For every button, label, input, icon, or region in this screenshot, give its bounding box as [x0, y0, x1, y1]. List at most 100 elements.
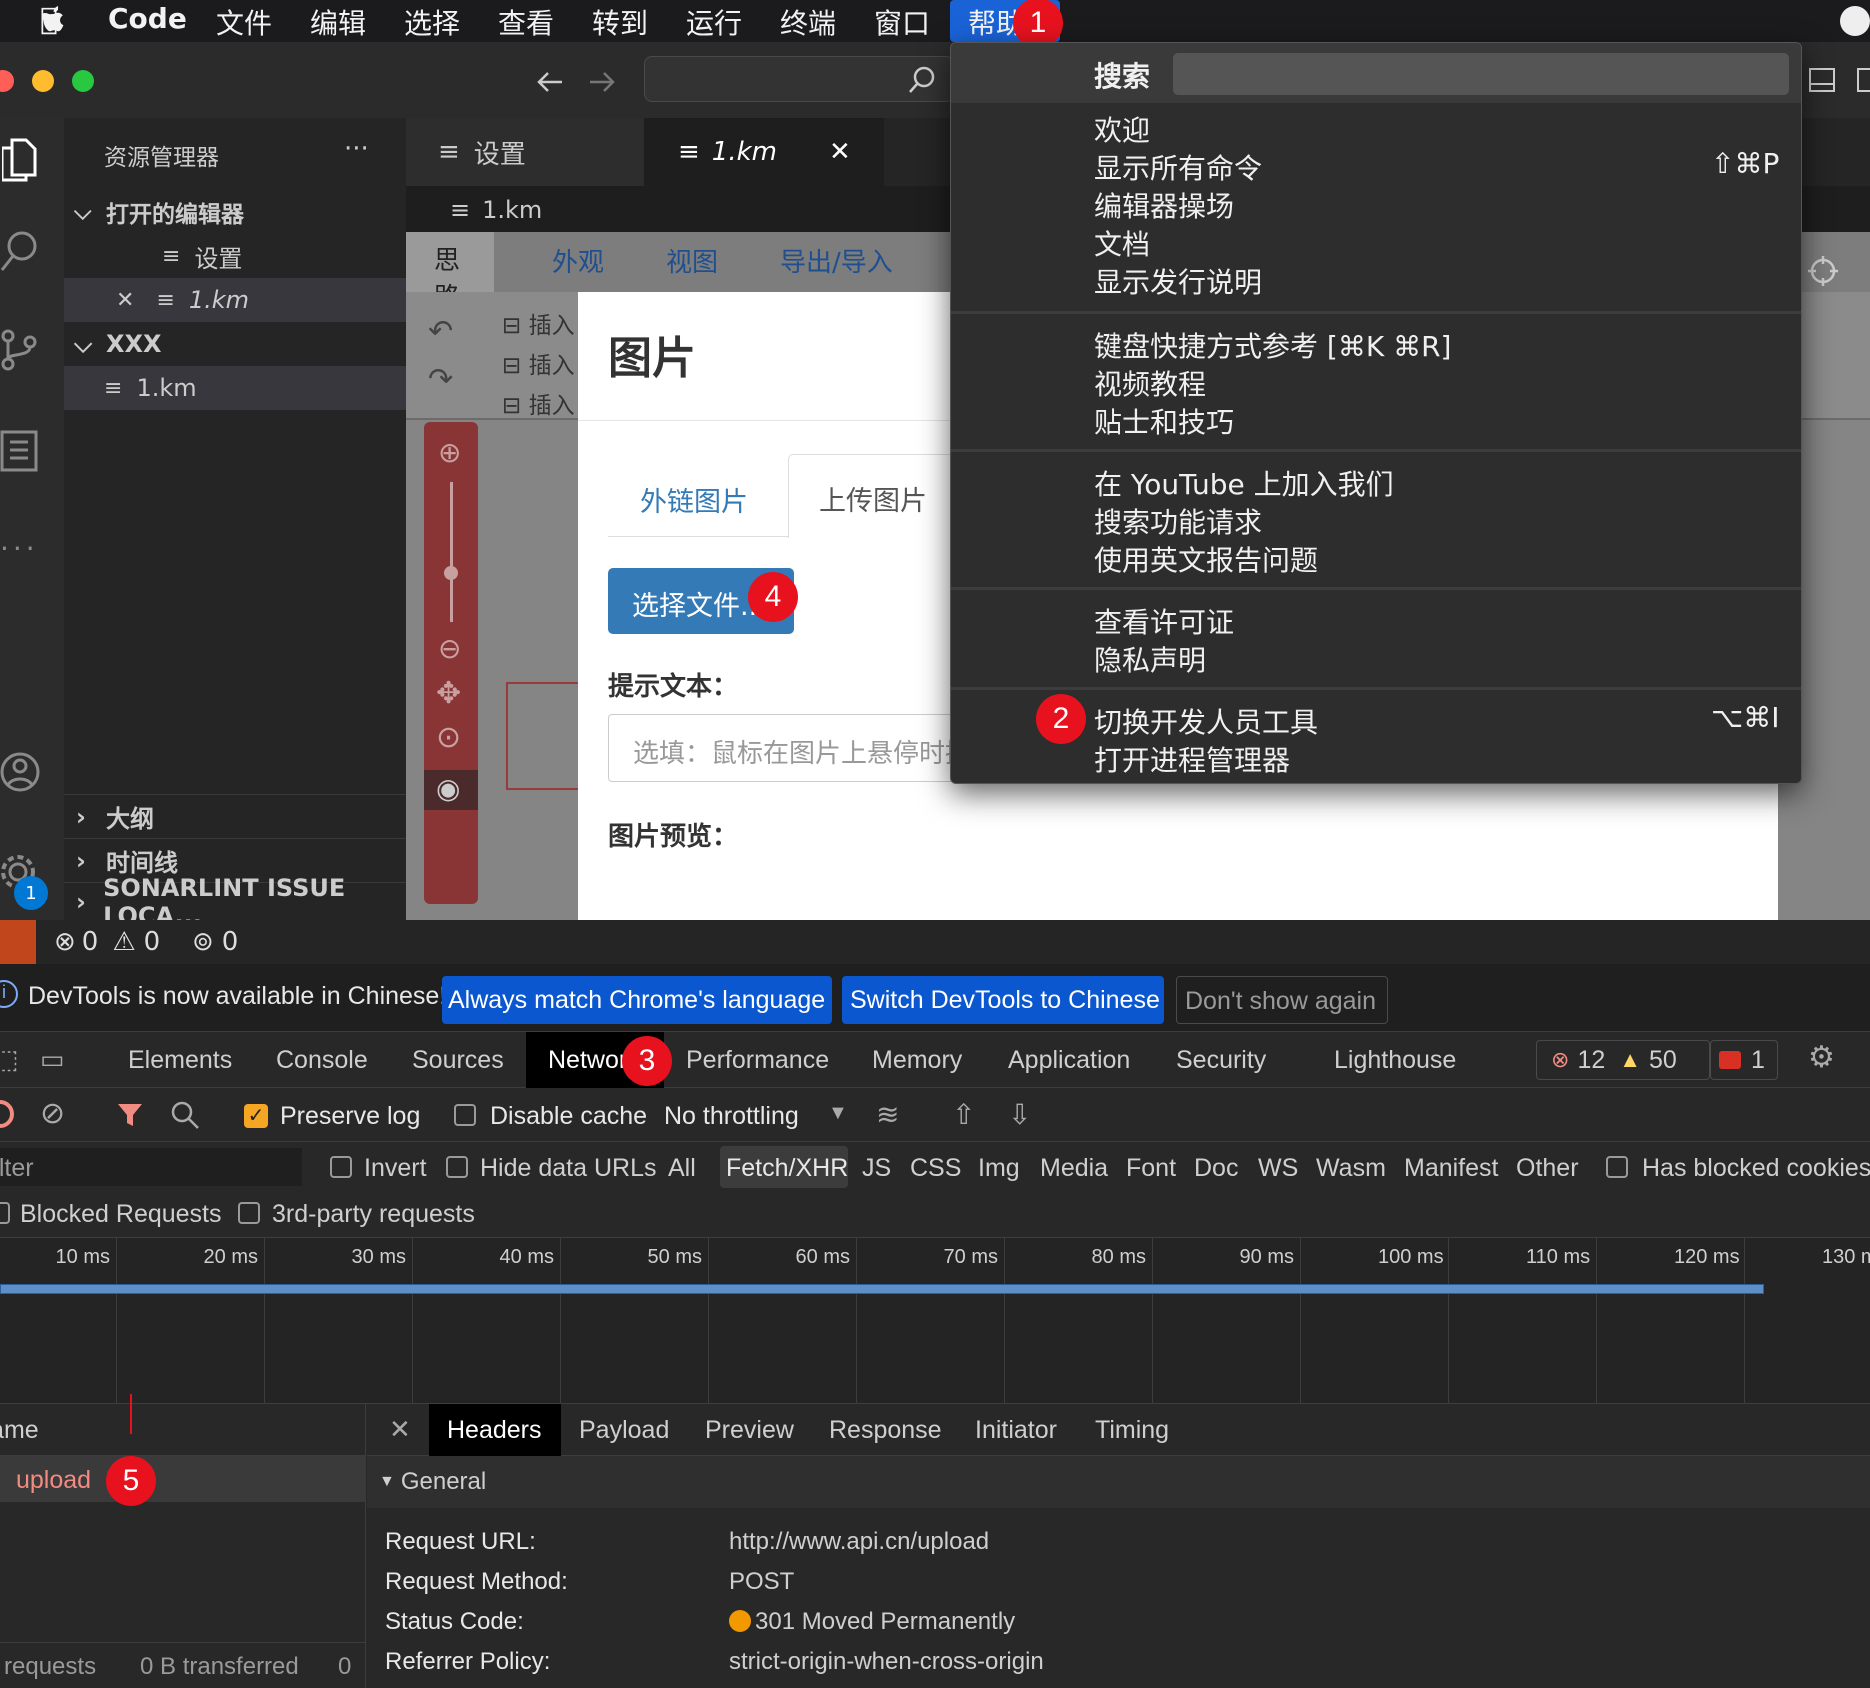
redo-icon[interactable]: ↷ — [428, 362, 453, 397]
search-icon[interactable] — [170, 1100, 200, 1130]
type-filter-js[interactable]: JS — [862, 1154, 891, 1183]
zoom-track[interactable] — [450, 482, 453, 622]
menu-edit[interactable]: 编辑 — [310, 2, 366, 42]
detail-tab-timing[interactable]: Timing — [1095, 1416, 1169, 1445]
menu-window[interactable]: 窗口 — [874, 2, 930, 42]
source-control-icon[interactable] — [0, 328, 40, 372]
menu-item-documentation[interactable]: 文档 — [1094, 223, 1150, 263]
tab-sources[interactable]: Sources — [412, 1046, 504, 1075]
switch-to-chinese-button[interactable]: Switch DevTools to Chinese — [842, 976, 1164, 1024]
type-filter-doc[interactable]: Doc — [1194, 1154, 1238, 1183]
km-tab-appearance[interactable]: 外观 — [552, 242, 604, 279]
insert-sibling-item[interactable]: ⊟ 插入 — [502, 346, 575, 380]
close-icon[interactable]: ✕ — [389, 1414, 411, 1445]
close-icon[interactable]: ✕ — [829, 137, 851, 167]
problems-indicator[interactable]: ⊗ 0 ⚠ 0 — [54, 926, 160, 958]
menu-item-process-explorer[interactable]: 打开进程管理器 — [1094, 739, 1290, 779]
move-icon[interactable]: ✥ — [436, 676, 461, 711]
type-filter-other[interactable]: Other — [1516, 1154, 1579, 1183]
always-match-language-button[interactable]: Always match Chrome's language — [442, 976, 832, 1024]
general-value-0[interactable]: http://www.api.cn/upload — [729, 1528, 989, 1556]
forward-arrow-icon[interactable] — [588, 70, 616, 94]
zoom-slider-panel[interactable]: ⊕ ⊖ ✥ ⊙ ◉ — [424, 422, 478, 904]
close-icon[interactable]: ✕ — [116, 288, 134, 313]
general-value-2[interactable]: 301 Moved Permanently — [755, 1608, 1015, 1636]
preserve-log-checkbox[interactable]: ✓ — [244, 1104, 268, 1128]
menu-selection[interactable]: 选择 — [404, 2, 460, 42]
locate-icon[interactable]: ⊙ — [436, 720, 461, 755]
tab-memory[interactable]: Memory — [872, 1046, 962, 1075]
explorer-icon[interactable] — [2, 138, 38, 182]
remote-indicator[interactable] — [0, 920, 36, 964]
open-editor-item-settings[interactable]: ≡ 设置 — [64, 234, 406, 278]
search-icon[interactable] — [0, 230, 40, 274]
menu-file[interactable]: 文件 — [216, 2, 272, 42]
folder-header[interactable]: ⌵ XXX — [64, 322, 406, 366]
type-filter-media[interactable]: Media — [1040, 1154, 1108, 1183]
dont-show-again-button[interactable]: Don't show again — [1176, 976, 1388, 1024]
menu-item-keyboard-reference[interactable]: 键盘快捷方式参考 [⌘K ⌘R] — [1094, 325, 1451, 365]
has-blocked-cookies-checkbox[interactable] — [1606, 1156, 1628, 1178]
detail-tab-preview[interactable]: Preview — [705, 1416, 794, 1445]
menu-run[interactable]: 运行 — [686, 2, 742, 42]
menu-item-toggle-devtools[interactable]: 切换开发人员工具 — [1094, 701, 1318, 741]
km-tab-export-import[interactable]: 导出/导入 — [780, 242, 893, 279]
sonarlint-section[interactable]: › SONARLINT ISSUE LOCA... — [64, 874, 406, 930]
hide-data-urls-checkbox[interactable] — [446, 1156, 468, 1178]
detail-tab-headers[interactable]: Headers — [429, 1404, 561, 1456]
menu-item-show-all-commands[interactable]: 显示所有命令 — [1094, 147, 1262, 187]
general-value-3[interactable]: strict-origin-when-cross-origin — [729, 1648, 1044, 1676]
eye-toggle[interactable]: ◉ — [424, 770, 478, 810]
menu-search-input[interactable] — [1173, 53, 1789, 95]
menu-item-privacy[interactable]: 隐私声明 — [1094, 639, 1206, 679]
menu-view[interactable]: 查看 — [498, 2, 554, 42]
import-har-icon[interactable]: ⇧ — [952, 1098, 975, 1131]
extensions-panel-icon[interactable] — [0, 428, 40, 472]
editor-tab-km[interactable]: ≡ 1.km ✕ — [644, 118, 884, 186]
type-filter-ws[interactable]: WS — [1258, 1154, 1298, 1183]
blocked-requests-checkbox[interactable] — [0, 1202, 10, 1224]
detail-tab-initiator[interactable]: Initiator — [975, 1416, 1057, 1445]
issues-count[interactable]: 1 — [1710, 1040, 1778, 1080]
command-center-search[interactable] — [644, 56, 954, 102]
export-har-icon[interactable]: ⇩ — [1008, 1098, 1031, 1131]
tab-elements[interactable]: Elements — [128, 1046, 232, 1075]
type-filter-css[interactable]: CSS — [910, 1154, 961, 1183]
menu-terminal[interactable]: 终端 — [780, 2, 836, 42]
app-name[interactable]: Code — [108, 2, 187, 35]
km-tab-view[interactable]: 视图 — [666, 242, 718, 279]
zoom-thumb[interactable] — [444, 566, 458, 580]
insert-parent-item[interactable]: ⊟ 插入 — [502, 386, 575, 420]
minimize-window-button[interactable] — [32, 70, 54, 92]
third-party-checkbox[interactable] — [238, 1202, 260, 1224]
general-value-1[interactable]: POST — [729, 1568, 794, 1596]
menu-item-view-license[interactable]: 查看许可证 — [1094, 601, 1234, 641]
toggle-panel-icon[interactable] — [1808, 66, 1836, 94]
close-window-button[interactable] — [0, 70, 14, 92]
menu-item-release-notes[interactable]: 显示发行说明 — [1094, 261, 1262, 301]
menu-item-tips-and-tricks[interactable]: 贴士和技巧 — [1094, 401, 1234, 441]
folder-file-item[interactable]: ≡ 1.km — [64, 366, 406, 410]
breadcrumb[interactable]: ≡ 1.km — [450, 188, 542, 232]
apple-logo-icon[interactable] — [38, 5, 68, 37]
menu-item-feature-request[interactable]: 搜索功能请求 — [1094, 501, 1262, 541]
device-toolbar-icon[interactable]: ▭ — [40, 1044, 65, 1075]
back-arrow-icon[interactable] — [536, 70, 564, 94]
throttling-select[interactable]: No throttling — [664, 1102, 799, 1131]
general-section-header[interactable]: ▼ General — [367, 1456, 1870, 1508]
tab-lighthouse[interactable]: Lighthouse — [1334, 1046, 1456, 1075]
type-filter-img[interactable]: Img — [978, 1154, 1020, 1183]
inspect-element-icon[interactable]: ⬚ — [0, 1044, 19, 1075]
console-counts[interactable]: ⊗ 12 ▲ 50 — [1536, 1040, 1710, 1080]
menu-item-welcome[interactable]: 欢迎 — [1094, 109, 1150, 149]
devtools-settings-gear-icon[interactable]: ⚙ — [1808, 1040, 1835, 1075]
menu-item-editor-playground[interactable]: 编辑器操场 — [1094, 185, 1234, 225]
invert-checkbox[interactable] — [330, 1156, 352, 1178]
tab-security[interactable]: Security — [1176, 1046, 1266, 1075]
tab-external-image[interactable]: 外链图片 — [640, 480, 748, 519]
chevron-down-icon[interactable]: ▼ — [828, 1102, 848, 1125]
more-icon[interactable]: ··· — [0, 532, 39, 565]
zoom-out-icon[interactable]: ⊖ — [438, 632, 461, 665]
type-filter-font[interactable]: Font — [1126, 1154, 1176, 1183]
tab-performance[interactable]: Performance — [686, 1046, 829, 1075]
